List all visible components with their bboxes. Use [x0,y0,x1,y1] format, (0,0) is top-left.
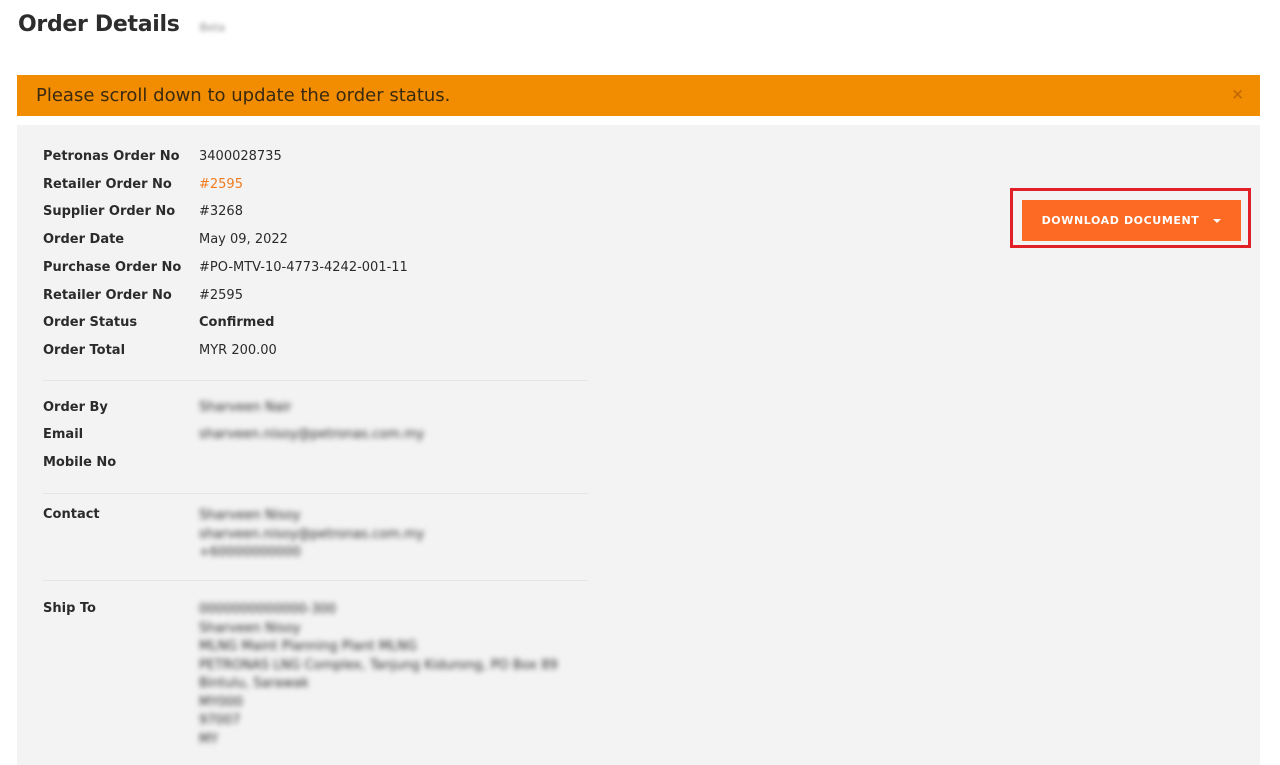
page-subtitle: Beta [199,21,225,34]
contact-email: sharveen.nisoy@petronas.com.my [199,526,425,542]
retailer-order-no-link-row: Retailer Order No #2595 [43,177,243,192]
order-by-label: Order By [43,400,108,415]
order-date-value: May 09, 2022 [199,232,288,247]
alert-message: Please scroll down to update the order s… [36,85,451,106]
section-divider [43,493,588,494]
contact-value: Sharveen Nisoy sharveen.nisoy@petronas.c… [199,507,424,563]
page-header: Order Details Beta [18,12,225,37]
section-divider [43,380,588,381]
ship-to-line: Bintulu, Sarawak [199,676,309,691]
contact-row: Contact Sharveen Nisoy sharveen.nisoy@pe… [43,507,424,563]
close-icon[interactable]: × [1231,85,1244,103]
supplier-order-no-value: #3268 [199,204,243,219]
ship-to-line: MY000 [199,694,243,710]
supplier-order-no-row: Supplier Order No #3268 [43,204,243,219]
email-label: Email [43,427,84,442]
order-by-value: Sharveen Nair [199,400,292,415]
ship-to-address: 0000000000000-300 Sharveen Nisoy MLNG Ma… [199,601,558,749]
mobile-label: Mobile No [43,455,117,470]
mobile-row: Mobile No [43,455,199,470]
order-date-label: Order Date [43,232,125,247]
ship-to-line: Sharveen Nisoy [199,620,301,636]
ship-to-line: MLNG Maint Planning Plant MLNG [199,639,417,654]
purchase-order-no-row: Purchase Order No #PO-MTV-10-4773-4242-0… [43,260,408,275]
petronas-order-no-value: 3400028735 [199,149,282,164]
download-document-label: DOWNLOAD DOCUMENT [1041,214,1200,227]
section-divider [43,580,588,581]
caret-down-icon [1213,218,1222,223]
ship-to-label: Ship To [43,601,96,616]
order-total-value: MYR 200.00 [199,343,277,358]
retailer-order-no-value: #2595 [199,288,243,303]
ship-to-row: Ship To 0000000000000-300 Sharveen Nisoy… [43,601,558,749]
ship-to-line: PETRONAS LNG Complex, Tanjung Kidurong, … [199,657,558,673]
order-status-value: Confirmed [199,315,275,330]
contact-name: Sharveen Nisoy [199,508,301,523]
contact-label: Contact [43,507,100,522]
retailer-order-link[interactable]: #2595 [199,177,243,192]
petronas-order-no-label: Petronas Order No [43,149,180,164]
ship-to-line: 97007 [199,713,241,728]
order-total-row: Order Total MYR 200.00 [43,343,277,358]
order-status-label: Order Status [43,315,138,330]
purchase-order-no-value: #PO-MTV-10-4773-4242-001-11 [199,260,408,275]
order-status-row: Order Status Confirmed [43,315,274,330]
retailer-order-no-label-2: Retailer Order No [43,288,172,303]
purchase-order-no-label: Purchase Order No [43,260,182,275]
order-total-label: Order Total [43,343,126,358]
alert-banner: Please scroll down to update the order s… [17,75,1260,116]
page-title: Order Details [18,12,180,37]
order-date-row: Order Date May 09, 2022 [43,232,288,247]
retailer-order-no-label: Retailer Order No [43,177,172,192]
retailer-order-no-row: Retailer Order No #2595 [43,288,243,303]
petronas-order-no-row: Petronas Order No 3400028735 [43,149,282,164]
order-by-row: Order By Sharveen Nair [43,400,292,415]
email-row: Email sharveen.nisoy@petronas.com.my [43,427,424,442]
supplier-order-no-label: Supplier Order No [43,204,176,219]
ship-to-line: MY [199,731,219,747]
contact-phone: +60000000000 [199,545,301,560]
ship-to-line: 0000000000000-300 [199,602,337,617]
download-document-button[interactable]: DOWNLOAD DOCUMENT [1022,200,1241,241]
email-value: sharveen.nisoy@petronas.com.my [199,427,425,442]
